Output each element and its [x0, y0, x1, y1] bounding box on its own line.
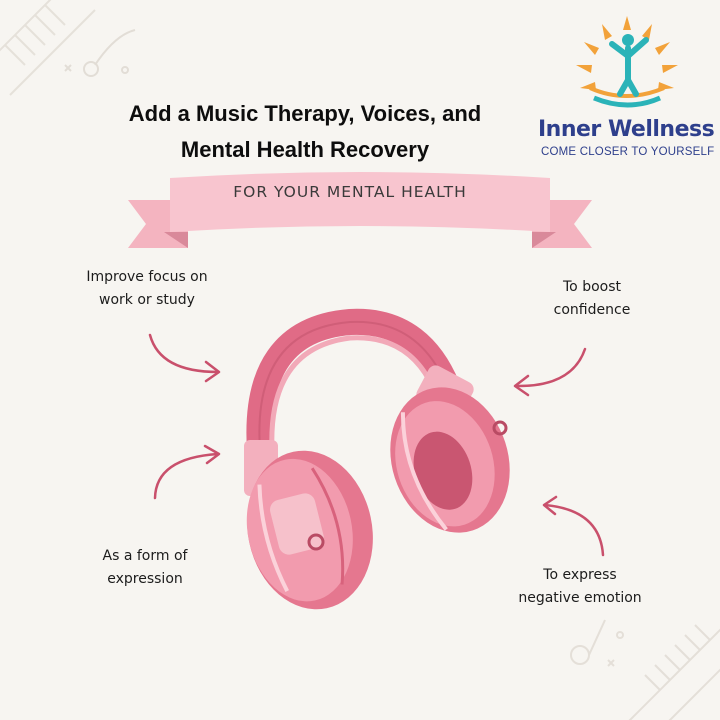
headphones-icon — [244, 308, 510, 610]
